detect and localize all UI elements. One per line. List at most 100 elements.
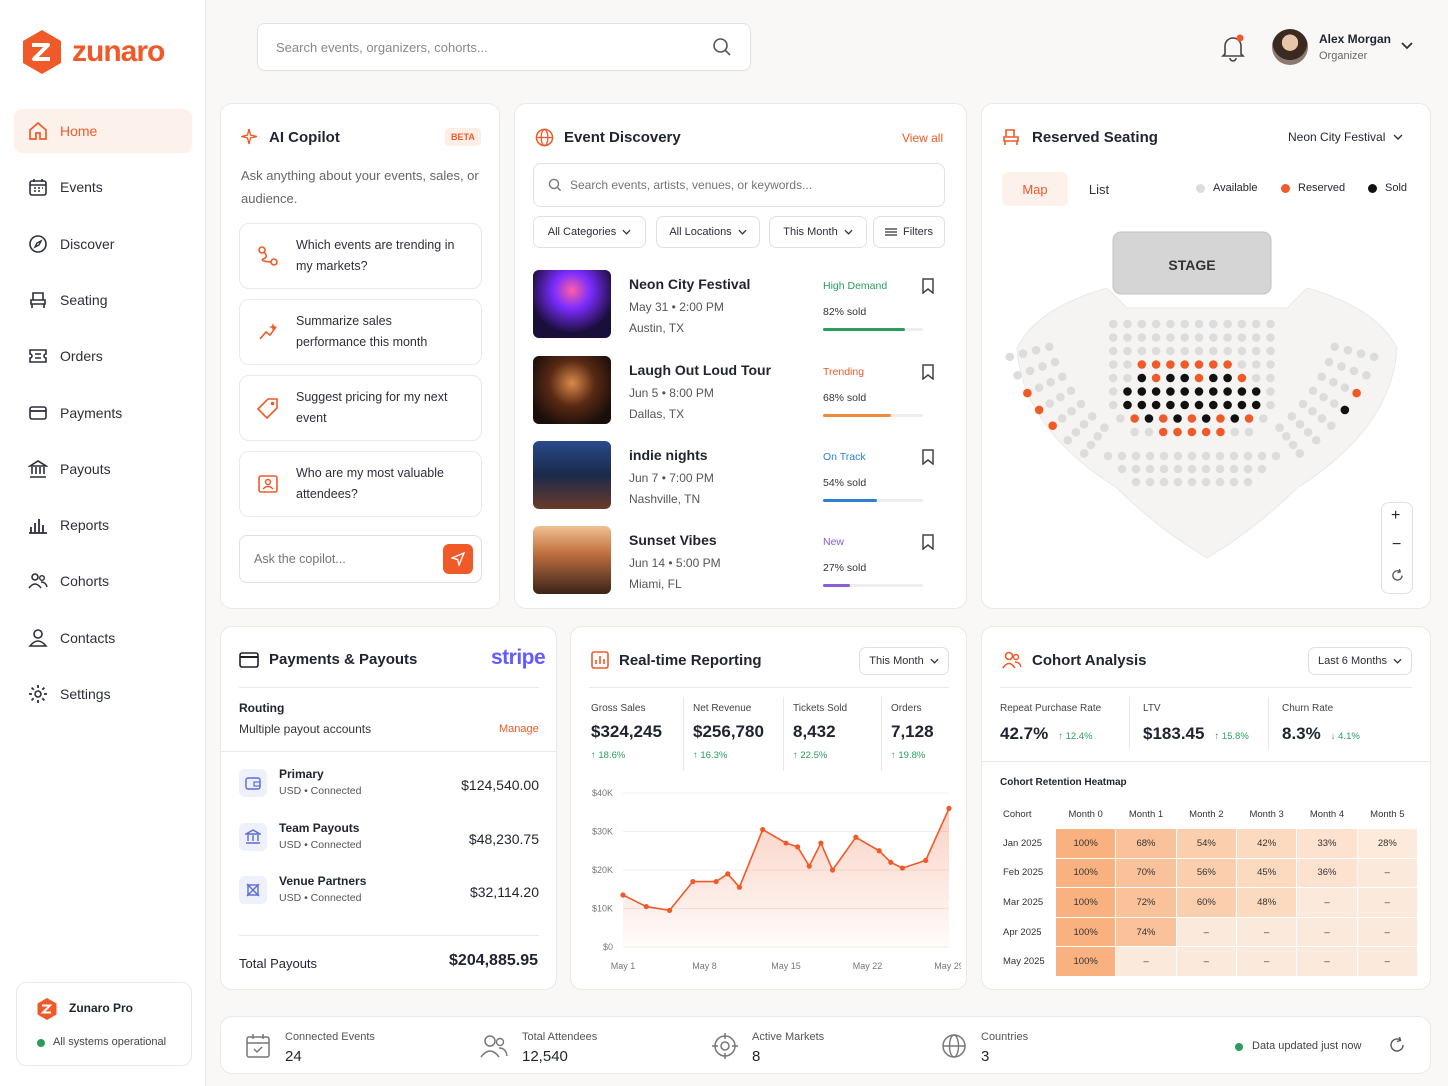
seat[interactable] [1343, 345, 1353, 355]
seat[interactable] [1257, 451, 1267, 461]
seat[interactable] [1093, 431, 1102, 441]
seat[interactable] [1151, 373, 1161, 383]
seat[interactable] [1131, 451, 1141, 461]
sidebar-item-cohorts[interactable]: Cohorts [14, 559, 192, 603]
seat[interactable] [1071, 427, 1081, 437]
seat[interactable] [1223, 360, 1232, 369]
seat[interactable] [1108, 400, 1118, 410]
seat[interactable] [1209, 360, 1218, 369]
seat[interactable] [1251, 360, 1261, 369]
seat[interactable] [1327, 421, 1336, 430]
seat[interactable] [1038, 362, 1047, 371]
seat[interactable] [1223, 400, 1232, 410]
seat[interactable] [1251, 333, 1261, 342]
seat[interactable] [1117, 464, 1127, 474]
seat[interactable] [1066, 386, 1076, 396]
seat[interactable] [1031, 345, 1041, 355]
zoom-in-button[interactable]: + [1391, 507, 1400, 525]
seat[interactable] [1158, 427, 1168, 437]
seat[interactable] [1137, 373, 1147, 383]
seat[interactable] [1180, 373, 1189, 383]
zoom-out-button[interactable]: − [1392, 536, 1401, 554]
seat[interactable] [1311, 435, 1321, 445]
sidebar-item-settings[interactable]: Settings [14, 672, 192, 716]
seat[interactable] [1266, 387, 1275, 396]
seat[interactable] [1108, 360, 1118, 369]
seat[interactable] [1180, 319, 1189, 329]
suggestion-pricing[interactable]: Suggest pricing for my next event [239, 375, 482, 441]
seat[interactable] [1194, 400, 1204, 410]
seat[interactable] [1056, 392, 1065, 402]
bookmark-icon[interactable] [921, 534, 935, 550]
data-point[interactable] [760, 826, 766, 833]
seat[interactable] [1324, 357, 1334, 367]
category-filter[interactable]: All Categories [533, 216, 646, 248]
data-point[interactable] [806, 863, 812, 869]
seat[interactable] [1275, 423, 1284, 432]
suggestion-trending[interactable]: Which events are trending in my markets? [239, 223, 482, 289]
seat[interactable] [1194, 373, 1204, 383]
seat[interactable] [1330, 342, 1340, 352]
seat[interactable] [1201, 414, 1211, 423]
data-point[interactable] [643, 903, 649, 910]
seat[interactable] [1244, 414, 1254, 423]
seat[interactable] [1116, 414, 1125, 423]
seat[interactable] [1151, 360, 1161, 369]
seat[interactable] [1076, 399, 1086, 409]
data-point[interactable] [795, 844, 801, 850]
seat[interactable] [1271, 451, 1281, 461]
seat[interactable] [1044, 342, 1054, 352]
seat[interactable] [1251, 319, 1261, 329]
data-point[interactable] [853, 834, 859, 840]
seat[interactable] [1209, 373, 1218, 383]
seat[interactable] [1108, 333, 1118, 342]
seat[interactable] [1023, 388, 1032, 398]
seat[interactable] [1137, 333, 1147, 342]
seat[interactable] [1194, 360, 1204, 369]
seat[interactable] [1117, 451, 1127, 461]
seat[interactable] [1303, 427, 1313, 437]
seat[interactable] [1131, 464, 1141, 474]
seat[interactable] [1223, 319, 1232, 329]
seat[interactable] [1180, 360, 1189, 369]
seat[interactable] [1230, 414, 1240, 423]
sidebar-item-orders[interactable]: Orders [14, 334, 192, 378]
seat[interactable] [1317, 414, 1327, 423]
seat[interactable] [1194, 333, 1204, 342]
avatar[interactable] [1272, 29, 1308, 65]
seat[interactable] [1287, 412, 1297, 421]
seat[interactable] [1243, 477, 1253, 487]
refresh-icon[interactable] [1389, 1037, 1405, 1053]
seat[interactable] [1145, 451, 1155, 461]
seat[interactable] [1194, 387, 1204, 396]
seat[interactable] [1201, 477, 1211, 487]
seat[interactable] [1187, 451, 1197, 461]
seat[interactable] [1352, 388, 1361, 398]
seat[interactable] [1201, 451, 1211, 461]
seat[interactable] [1079, 419, 1089, 429]
event-row[interactable]: indie nights Jun 7 • 7:00 PM Nashville, … [533, 441, 943, 511]
seat[interactable] [1108, 373, 1118, 383]
seat[interactable] [1173, 414, 1182, 423]
seat[interactable] [1166, 387, 1175, 396]
seat[interactable] [1187, 477, 1197, 487]
seat[interactable] [1194, 346, 1204, 356]
seat[interactable] [1131, 477, 1141, 487]
seat[interactable] [1340, 383, 1350, 392]
seat[interactable] [1173, 427, 1182, 437]
seat[interactable] [1166, 373, 1175, 383]
date-filter[interactable]: This Month [769, 216, 867, 248]
seat[interactable] [1194, 319, 1204, 329]
location-filter[interactable]: All Locations [656, 216, 760, 248]
copilot-input[interactable] [254, 552, 424, 566]
view-all-link[interactable]: View all [902, 131, 943, 145]
seat[interactable] [1257, 464, 1267, 474]
seat[interactable] [1251, 400, 1261, 410]
more-filters-button[interactable]: Filters [873, 216, 945, 248]
bookmark-icon[interactable] [921, 364, 935, 380]
seat[interactable] [1137, 387, 1147, 396]
data-point[interactable] [620, 892, 626, 898]
seat[interactable] [1209, 319, 1218, 329]
suggestion-attendees[interactable]: Who are my most valuable attendees? [239, 451, 482, 517]
seat[interactable] [1187, 414, 1197, 423]
